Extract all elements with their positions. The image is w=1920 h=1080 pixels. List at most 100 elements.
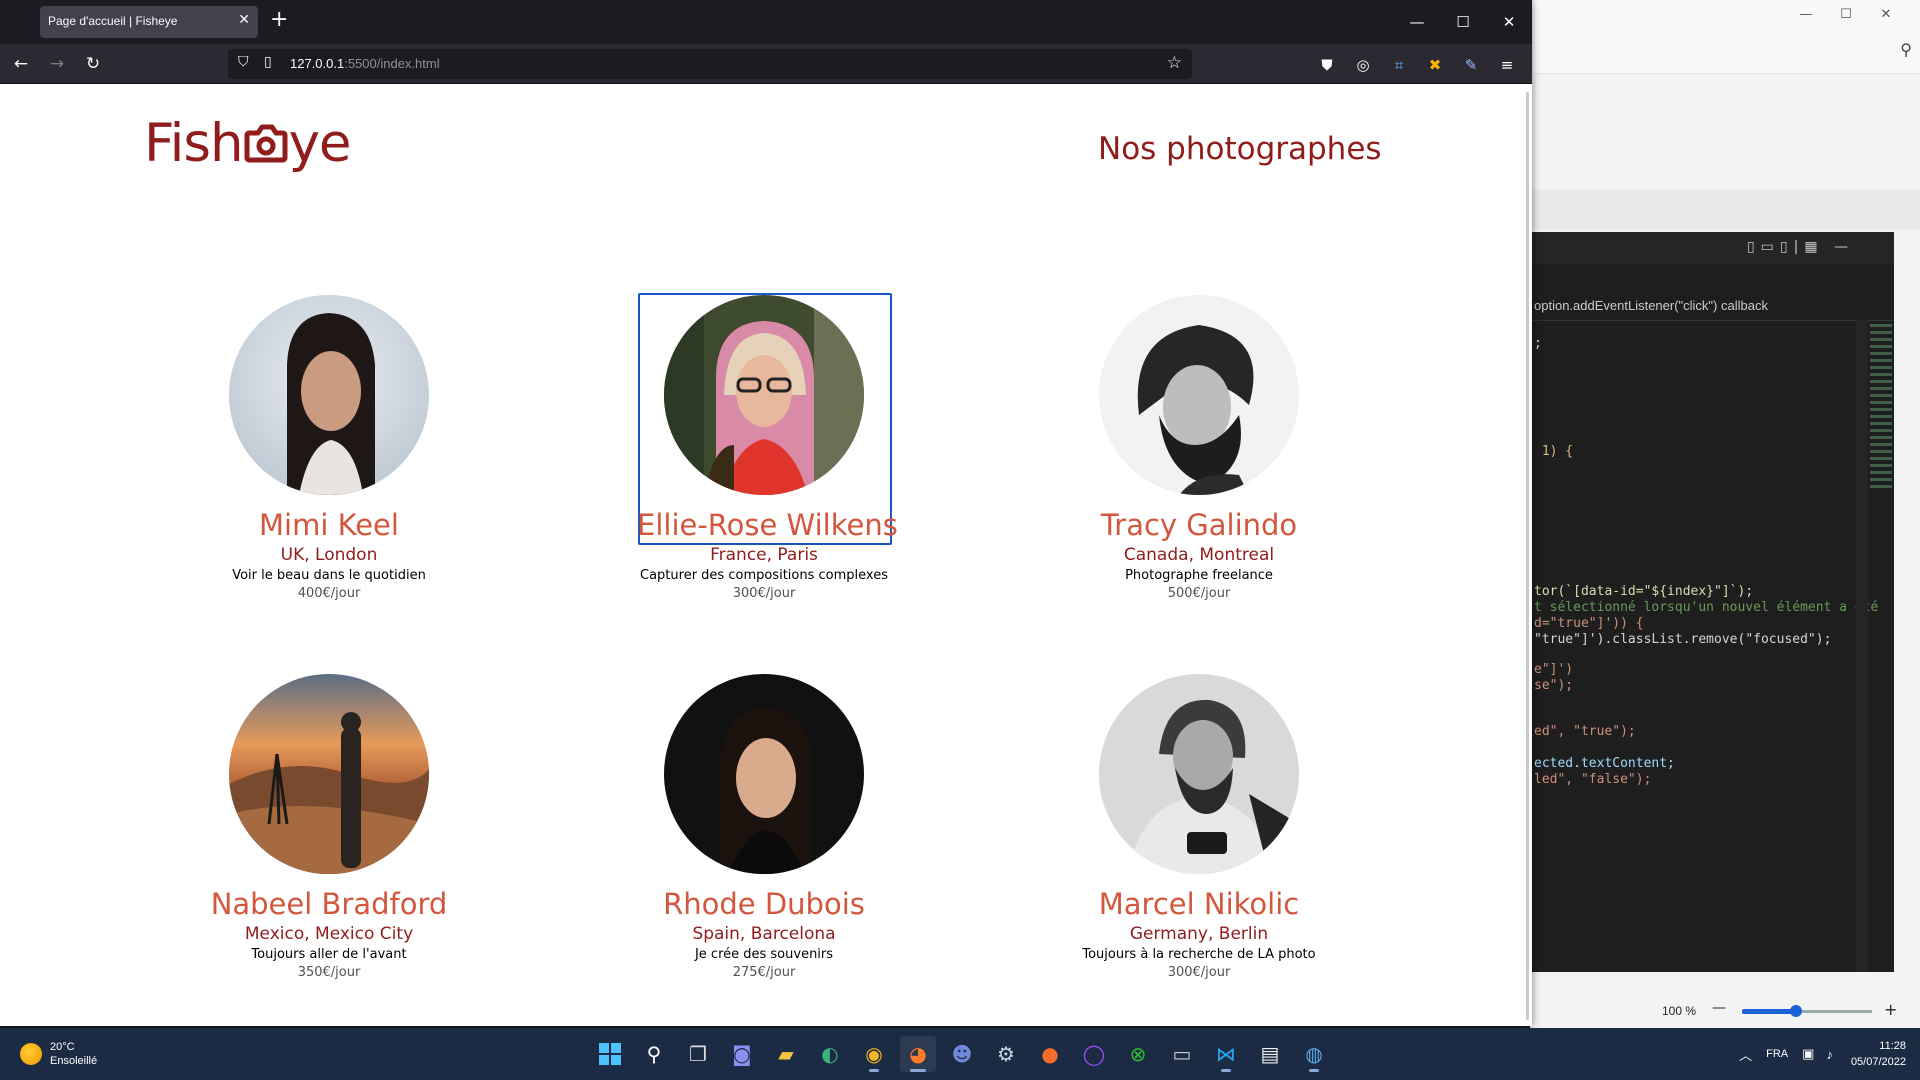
editor-minimize-button[interactable]: —: [1786, 4, 1826, 26]
page-icon: ▯: [264, 54, 272, 70]
terminal-icon[interactable]: ▭: [1164, 1036, 1200, 1072]
photographer-tagline: Toujours aller de l'avant: [251, 947, 407, 962]
shield-icon[interactable]: ⛉: [238, 54, 249, 70]
notes-icon[interactable]: ▤: [1252, 1036, 1288, 1072]
pen-icon[interactable]: ✎: [1460, 54, 1482, 76]
app-circle-icon[interactable]: ◯: [1076, 1036, 1112, 1072]
new-tab-button[interactable]: +: [270, 9, 288, 31]
editor-breadcrumb[interactable]: option.addEventListener("click") callbac…: [1534, 298, 1768, 313]
editor-scrollbar[interactable]: [1856, 320, 1868, 972]
clock-date: 05/07/2022: [1850, 1056, 1906, 1068]
fisheye-page: Fish ye Nos photographes Mimi Keel UK, L…: [0, 85, 1526, 1026]
vscode-icon[interactable]: ⋈: [1208, 1036, 1244, 1072]
compass-icon[interactable]: ◎: [1352, 54, 1374, 76]
volume-icon[interactable]: ♪: [1826, 1047, 1833, 1062]
photographer-portrait[interactable]: [229, 295, 429, 495]
back-button[interactable]: ←: [8, 52, 34, 76]
layout-icons[interactable]: ▯▭▯|▦ —: [1747, 239, 1854, 255]
close-icon[interactable]: ✕: [238, 12, 250, 28]
zoom-level: 100 %: [1662, 1004, 1697, 1018]
code-editor[interactable]: ▯▭▯|▦ — option.addEventListener("click")…: [1530, 232, 1894, 985]
steam-icon[interactable]: ⚙: [988, 1036, 1024, 1072]
photographer-price: 500€/jour: [1167, 586, 1231, 601]
photographer-price: 275€/jour: [732, 965, 796, 980]
photographer-location: Spain, Barcelona: [692, 924, 836, 944]
page-scrollbar[interactable]: [1526, 92, 1529, 1020]
firefox-icon[interactable]: ◕: [900, 1036, 936, 1072]
weather-temperature: 20°C: [50, 1041, 75, 1053]
url-path: :5500/index.html: [344, 56, 440, 71]
tab-home[interactable]: Page d'accueil | Fisheye ✕: [40, 6, 258, 38]
photographer-tagline: Photographe freelance: [1125, 568, 1273, 583]
photographer-name: Rhode Dubois: [663, 887, 865, 921]
photographer-portrait[interactable]: [229, 674, 429, 874]
photographer-card[interactable]: Mimi Keel UK, London Voir le beau dans l…: [202, 295, 456, 602]
close-window-button[interactable]: ✕: [1494, 10, 1524, 34]
editor-toolbar: ▯▭▯|▦ —: [1530, 232, 1894, 264]
teams-chat-icon[interactable]: ◙: [724, 1036, 760, 1072]
windows-start-icon[interactable]: [592, 1036, 628, 1072]
zoom-out-button[interactable]: —: [1712, 1000, 1726, 1016]
origin-icon[interactable]: ●: [1032, 1036, 1068, 1072]
forward-button[interactable]: →: [44, 52, 70, 76]
globe-app-icon[interactable]: ◍: [1296, 1036, 1332, 1072]
photographer-name: Marcel Nikolic: [1098, 887, 1300, 921]
code-line: "true"]').classList.remove("focused");: [1534, 632, 1832, 647]
photographer-card[interactable]: Rhode Dubois Spain, Barcelona Je crée de…: [637, 674, 891, 981]
code-line: tor(`[data-id="${index}"]`);: [1534, 584, 1754, 599]
photographer-card[interactable]: Nabeel Bradford Mexico, Mexico City Touj…: [202, 674, 456, 981]
system-clock[interactable]: 11:28 05/07/2022: [1851, 1038, 1906, 1070]
search-icon[interactable]: ⚲: [636, 1036, 672, 1072]
code-line: se");: [1534, 678, 1574, 693]
photographer-card[interactable]: Ellie-Rose Wilkens France, Paris Capture…: [637, 295, 898, 602]
fisheye-logo[interactable]: Fish ye: [144, 112, 352, 174]
logo-text-suffix: ye: [288, 112, 352, 174]
menu-icon[interactable]: ≡: [1496, 54, 1518, 76]
photographer-location: UK, London: [280, 545, 378, 565]
photographer-location: Canada, Montreal: [1123, 545, 1275, 565]
zoom-in-button[interactable]: +: [1884, 1000, 1897, 1019]
language-indicator[interactable]: FRA: [1766, 1048, 1788, 1060]
maximize-button[interactable]: ☐: [1448, 10, 1478, 34]
edge-icon[interactable]: ◐: [812, 1036, 848, 1072]
network-icon[interactable]: ▣: [1802, 1046, 1814, 1062]
reload-button[interactable]: ↻: [80, 52, 106, 76]
editor-statusbar: 100 % — +: [1530, 972, 1920, 1028]
photographer-name: Ellie-Rose Wilkens: [637, 508, 898, 542]
logo-text-prefix: Fish: [144, 112, 244, 174]
url-bar[interactable]: ⛉ ▯ 127.0.0.1:5500/index.html ☆: [228, 49, 1192, 79]
accounts-icon[interactable]: ⚲: [1900, 40, 1912, 59]
weather-widget[interactable]: 20°C Ensoleillé: [20, 1040, 97, 1068]
xbox-icon[interactable]: ⊗: [1120, 1036, 1156, 1072]
navigation-toolbar: ← → ↻ ⛉ ▯ 127.0.0.1:5500/index.html ☆ ⛊ …: [0, 44, 1532, 84]
photographer-portrait[interactable]: [1099, 295, 1299, 495]
photographer-card[interactable]: Tracy Galindo Canada, Montreal Photograp…: [1072, 295, 1326, 602]
background-editor-window: — ☐ ✕ ⚲ ▯▭▯|▦ — option.addEventListener(…: [1530, 0, 1920, 1028]
editor-minimap[interactable]: [1868, 320, 1894, 500]
photographer-portrait[interactable]: [664, 295, 864, 495]
tab-title: Page d'accueil | Fisheye: [48, 14, 178, 28]
url-text[interactable]: 127.0.0.1:5500/index.html: [290, 56, 440, 71]
photographer-portrait[interactable]: [664, 674, 864, 874]
weather-text: 20°C Ensoleillé: [50, 1040, 97, 1068]
code-line: 1) {: [1534, 444, 1574, 459]
file-explorer-icon[interactable]: ▰: [768, 1036, 804, 1072]
pocket-icon[interactable]: ⛊: [1316, 54, 1338, 76]
editor-maximize-button[interactable]: ☐: [1826, 4, 1866, 26]
code-line: ed", "true");: [1534, 724, 1636, 739]
minimize-button[interactable]: —: [1402, 10, 1432, 34]
extension-icon[interactable]: ⌗: [1388, 54, 1410, 76]
photographer-card[interactable]: Marcel Nikolic Germany, Berlin Toujours …: [1072, 674, 1326, 981]
tools-icon[interactable]: ✖: [1424, 54, 1446, 76]
zoom-slider-handle[interactable]: [1790, 1005, 1802, 1017]
chrome-icon[interactable]: ◉: [856, 1036, 892, 1072]
task-view-icon[interactable]: ❐: [680, 1036, 716, 1072]
chevron-up-icon[interactable]: ︿: [1739, 1045, 1752, 1064]
code-line: t sélectionné lorsqu'un nouvel élément a…: [1534, 600, 1879, 615]
sun-icon: [20, 1043, 42, 1065]
bookmark-star-icon[interactable]: ☆: [1167, 53, 1182, 73]
photographer-portrait[interactable]: [1099, 674, 1299, 874]
photographer-tagline: Toujours à la recherche de LA photo: [1082, 947, 1316, 962]
discord-icon[interactable]: ☻: [944, 1036, 980, 1072]
editor-close-button[interactable]: ✕: [1866, 4, 1906, 26]
